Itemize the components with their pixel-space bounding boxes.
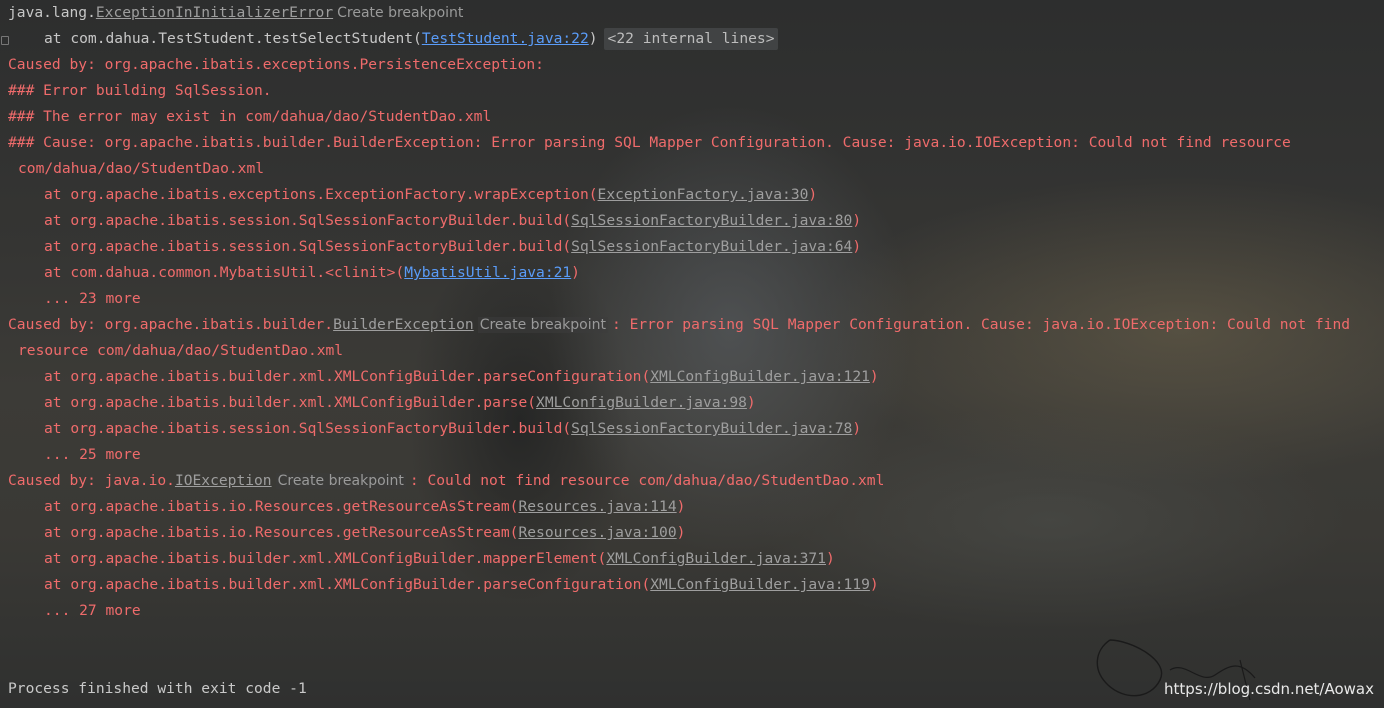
stack-frame: at org.apache.ibatis.builder.xml.XMLConf… — [44, 394, 756, 411]
stack-frame: at org.apache.ibatis.builder.xml.XMLConf… — [44, 576, 879, 593]
stack-frame: at org.apache.ibatis.session.SqlSessionF… — [44, 238, 862, 255]
exception-class-link[interactable]: ExceptionInInitializerError — [96, 4, 333, 21]
more-frames-line: ... 25 more — [44, 446, 141, 463]
process-exit-line: Process finished with exit code -1 — [8, 680, 307, 697]
more-frames-line: ... 27 more — [44, 602, 141, 619]
exception-package: java.lang. — [8, 4, 96, 21]
fold-toggle-icon[interactable] — [1, 36, 9, 45]
create-breakpoint-link[interactable]: Create breakpoint — [337, 5, 463, 21]
source-link[interactable]: XMLConfigBuilder.java:119 — [650, 576, 870, 593]
run-console: java.lang.ExceptionInInitializerError Cre… — [0, 0, 1384, 708]
create-breakpoint-link[interactable]: Create breakpoint — [477, 317, 608, 333]
stack-frame: at org.apache.ibatis.builder.xml.XMLConf… — [44, 550, 835, 567]
error-detail-continuation: com/dahua/dao/StudentDao.xml — [18, 160, 265, 177]
exception-class-link[interactable]: BuilderException — [333, 316, 474, 333]
more-frames-line: ... 23 more — [44, 290, 141, 307]
watermark-url: https://blog.csdn.net/Aowax — [1164, 680, 1374, 698]
stack-frame: at org.apache.ibatis.builder.xml.XMLConf… — [44, 368, 879, 385]
source-link[interactable]: MybatisUtil.java:21 — [404, 264, 571, 281]
error-detail-line: ### Error building SqlSession. — [8, 82, 272, 99]
source-link[interactable]: XMLConfigBuilder.java:121 — [650, 368, 870, 385]
source-link[interactable]: SqlSessionFactoryBuilder.java:78 — [571, 420, 852, 437]
source-link[interactable]: XMLConfigBuilder.java:98 — [536, 394, 747, 411]
error-detail-continuation: resource com/dahua/dao/StudentDao.xml — [18, 342, 344, 359]
error-detail-line: ### The error may exist in com/dahua/dao… — [8, 108, 492, 125]
caused-by-line: Caused by: org.apache.ibatis.exceptions.… — [8, 56, 544, 73]
caused-by-line: Caused by: java.io.IOException Create bre… — [8, 472, 885, 489]
source-link[interactable]: SqlSessionFactoryBuilder.java:80 — [571, 212, 852, 229]
stack-frame: at com.dahua.common.MybatisUtil.<clinit>… — [44, 264, 580, 281]
create-breakpoint-link[interactable]: Create breakpoint — [275, 473, 406, 489]
source-link[interactable]: Resources.java:100 — [518, 524, 676, 541]
stack-frame: at org.apache.ibatis.io.Resources.getRes… — [44, 524, 686, 541]
stack-frame: at org.apache.ibatis.session.SqlSessionF… — [44, 420, 862, 437]
stack-frame: at org.apache.ibatis.io.Resources.getRes… — [44, 498, 686, 515]
source-link[interactable]: TestStudent.java:22 — [422, 30, 589, 47]
exception-class-link[interactable]: IOException — [175, 472, 272, 489]
source-link[interactable]: ExceptionFactory.java:30 — [598, 186, 809, 203]
internal-lines-toggle[interactable]: <22 internal lines> — [603, 28, 779, 50]
stack-frame: at org.apache.ibatis.session.SqlSessionF… — [44, 212, 862, 229]
caused-by-line: Caused by: org.apache.ibatis.builder.Bui… — [8, 316, 1351, 333]
source-link[interactable]: SqlSessionFactoryBuilder.java:64 — [571, 238, 852, 255]
exception-header-line: java.lang.ExceptionInInitializerError Cre… — [8, 0, 467, 26]
stack-frame: at com.dahua.TestStudent.testSelectStude… — [44, 26, 779, 52]
stack-frame: at org.apache.ibatis.exceptions.Exceptio… — [44, 186, 818, 203]
source-link[interactable]: XMLConfigBuilder.java:371 — [606, 550, 826, 567]
source-link[interactable]: Resources.java:114 — [518, 498, 676, 515]
error-detail-line: ### Cause: org.apache.ibatis.builder.Bui… — [8, 134, 1291, 151]
